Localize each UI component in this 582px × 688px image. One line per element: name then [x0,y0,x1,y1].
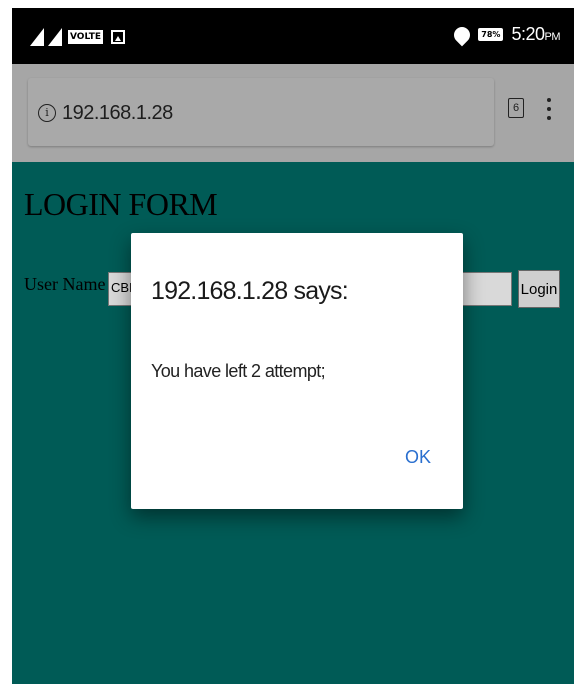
volte-icon: VOLTE [68,30,103,44]
dialog-title: 192.168.1.28 says: [151,277,349,305]
battery-icon: 78% [478,28,504,41]
signal-icon [30,28,44,46]
status-left: VOLTE [30,28,125,46]
ok-button[interactable]: OK [405,447,431,468]
wifi-icon [450,23,474,46]
status-clock: 5:20PM [511,24,560,45]
dialog-message: You have left 2 attempt; [151,361,326,381]
alert-dialog: 192.168.1.28 says: You have left 2 attem… [131,233,463,509]
clock-ampm: PM [544,31,561,43]
status-bar: VOLTE 78% 5:20PM [12,8,574,64]
clock-time: 5:20 [511,24,545,44]
status-right: 78% 5:20PM [450,23,560,46]
gallery-notification-icon [111,30,125,44]
signal-icon [48,28,62,46]
